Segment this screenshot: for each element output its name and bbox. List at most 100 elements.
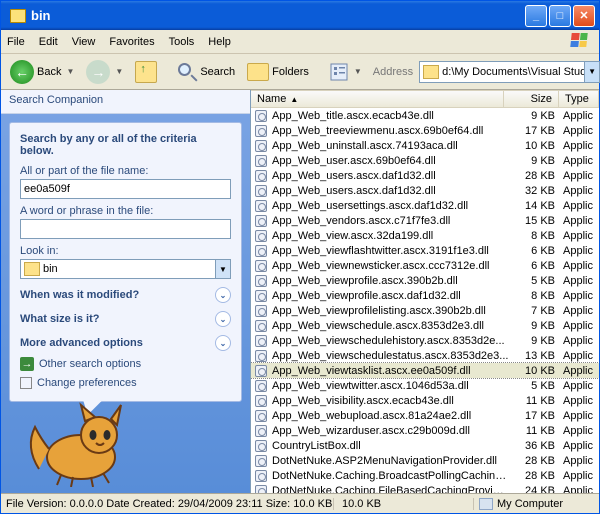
when-modified-expander[interactable]: When was it modified? ⌄ [20,287,231,303]
advanced-label: More advanced options [20,337,143,349]
dll-file-icon [253,289,269,303]
menu-tools[interactable]: Tools [169,36,195,48]
file-row[interactable]: App_Web_viewtwitter.ascx.1046d53a.dll5 K… [251,378,599,393]
close-button[interactable]: ✕ [573,5,595,27]
file-size: 28 KB [509,455,559,467]
phrase-input[interactable] [20,219,231,239]
file-row[interactable]: App_Web_viewtasklist.ascx.ee0a509f.dll10… [251,363,599,378]
other-options-link[interactable]: → Other search options [20,357,231,371]
file-size: 6 KB [509,245,559,257]
file-type: Applic [559,470,599,482]
menu-file[interactable]: File [7,36,25,48]
file-row[interactable]: CountryListBox.dll36 KBApplic [251,438,599,453]
file-name: App_Web_viewschedulehistory.ascx.8353d2e… [272,335,509,347]
file-row[interactable]: DotNetNuke.Caching.FileBasedCachingProvi… [251,483,599,493]
file-row[interactable]: App_Web_viewschedulestatus.ascx.8353d2e3… [251,348,599,363]
file-row[interactable]: App_Web_visibility.ascx.ecacb43e.dll11 K… [251,393,599,408]
phrase-label: A word or phrase in the file: [20,205,231,217]
file-type: Applic [559,245,599,257]
file-row[interactable]: App_Web_usersettings.ascx.daf1d32.dll14 … [251,198,599,213]
file-name: DotNetNuke.Caching.FileBasedCachingProvi… [272,485,509,494]
file-size: 17 KB [509,410,559,422]
dll-file-icon [253,229,269,243]
menu-help[interactable]: Help [208,36,231,48]
folder-icon [247,63,269,81]
windows-logo-icon [571,33,593,51]
file-row[interactable]: DotNetNuke.Caching.BroadcastPollingCachi… [251,468,599,483]
views-button[interactable]: ▼ [324,57,367,87]
file-row[interactable]: App_Web_viewprofile.ascx.390b2b.dll5 KBA… [251,273,599,288]
file-type: Applic [559,230,599,242]
file-row[interactable]: App_Web_viewnewsticker.ascx.ccc7312e.dll… [251,258,599,273]
advanced-expander[interactable]: More advanced options ⌄ [20,335,231,351]
file-row[interactable]: App_Web_viewflashtwitter.ascx.3191f1e3.d… [251,243,599,258]
file-type: Applic [559,395,599,407]
file-row[interactable]: App_Web_user.ascx.69b0ef64.dll9 KBApplic [251,153,599,168]
address-bar[interactable]: ▼ [419,61,600,83]
address-input[interactable] [442,66,584,78]
dll-file-icon [253,124,269,138]
filename-input[interactable] [20,179,231,199]
file-row[interactable]: App_Web_title.ascx.ecacb43e.dll9 KBAppli… [251,108,599,123]
chevron-down-icon[interactable]: ▼ [215,260,230,278]
lookin-select[interactable]: bin ▼ [20,259,231,279]
dll-file-icon [253,184,269,198]
dll-file-icon [253,109,269,123]
file-rows[interactable]: App_Web_title.ascx.ecacb43e.dll9 KBAppli… [251,108,599,493]
status-info: File Version: 0.0.0.0 Date Created: 29/0… [1,498,334,510]
file-row[interactable]: App_Web_wizarduser.ascx.c29b009d.dll11 K… [251,423,599,438]
file-row[interactable]: App_Web_viewschedule.ascx.8353d2e3.dll9 … [251,318,599,333]
file-row[interactable]: App_Web_webupload.ascx.81a24ae2.dll17 KB… [251,408,599,423]
file-size: 6 KB [509,260,559,272]
back-arrow-icon: ← [10,60,34,84]
minimize-button[interactable]: _ [525,5,547,27]
menu-view[interactable]: View [72,36,96,48]
dll-file-icon [253,274,269,288]
dll-file-icon [253,214,269,228]
col-name[interactable]: Name▲ [251,91,504,107]
file-type: Applic [559,365,599,377]
search-icon [177,62,197,82]
file-row[interactable]: DotNetNuke.ASP2MenuNavigationProvider.dl… [251,453,599,468]
file-row[interactable]: App_Web_users.ascx.daf1d32.dll28 KBAppli… [251,168,599,183]
file-row[interactable]: App_Web_users.ascx.daf1d32.dll32 KBAppli… [251,183,599,198]
chevron-down-icon[interactable]: ▼ [115,67,123,76]
file-type: Applic [559,335,599,347]
search-button[interactable]: Search [172,57,240,87]
dll-file-icon [253,469,269,483]
file-row[interactable]: App_Web_uninstall.ascx.74193aca.dll10 KB… [251,138,599,153]
dll-file-icon [253,424,269,438]
file-name: App_Web_users.ascx.daf1d32.dll [272,170,509,182]
address-dropdown-button[interactable]: ▼ [584,62,599,82]
file-type: Applic [559,260,599,272]
col-size[interactable]: Size [504,91,559,107]
file-size: 11 KB [509,425,559,437]
file-name: App_Web_uninstall.ascx.74193aca.dll [272,140,509,152]
back-button[interactable]: ← Back ▼ [5,57,79,87]
file-row[interactable]: App_Web_viewprofilelisting.ascx.390b2b.d… [251,303,599,318]
change-prefs-link[interactable]: Change preferences [20,377,231,389]
maximize-button[interactable]: □ [549,5,571,27]
file-row[interactable]: App_Web_vendors.ascx.c71f7fe3.dll15 KBAp… [251,213,599,228]
titlebar[interactable]: bin _ □ ✕ [1,1,599,30]
file-row[interactable]: App_Web_view.ascx.32da199.dll8 KBApplic [251,228,599,243]
dll-file-icon [253,319,269,333]
file-type: Applic [559,215,599,227]
file-row[interactable]: App_Web_viewprofile.ascx.daf1d32.dll8 KB… [251,288,599,303]
file-size: 15 KB [509,215,559,227]
chevron-down-icon[interactable]: ▼ [354,67,362,76]
file-type: Applic [559,455,599,467]
up-button[interactable] [130,57,162,87]
window-title: bin [31,8,523,23]
menu-favorites[interactable]: Favorites [109,36,154,48]
forward-button[interactable]: → ▼ [81,57,128,87]
file-name: App_Web_viewprofilelisting.ascx.390b2b.d… [272,305,509,317]
folders-button[interactable]: Folders [242,57,314,87]
chevron-down-icon[interactable]: ▼ [66,67,74,76]
file-row[interactable]: App_Web_viewschedulehistory.ascx.8353d2e… [251,333,599,348]
what-size-expander[interactable]: What size is it? ⌄ [20,311,231,327]
file-row[interactable]: App_Web_treeviewmenu.ascx.69b0ef64.dll17… [251,123,599,138]
menu-edit[interactable]: Edit [39,36,58,48]
col-type[interactable]: Type [559,91,599,107]
file-name: App_Web_viewschedulestatus.ascx.8353d2e3… [272,350,509,362]
